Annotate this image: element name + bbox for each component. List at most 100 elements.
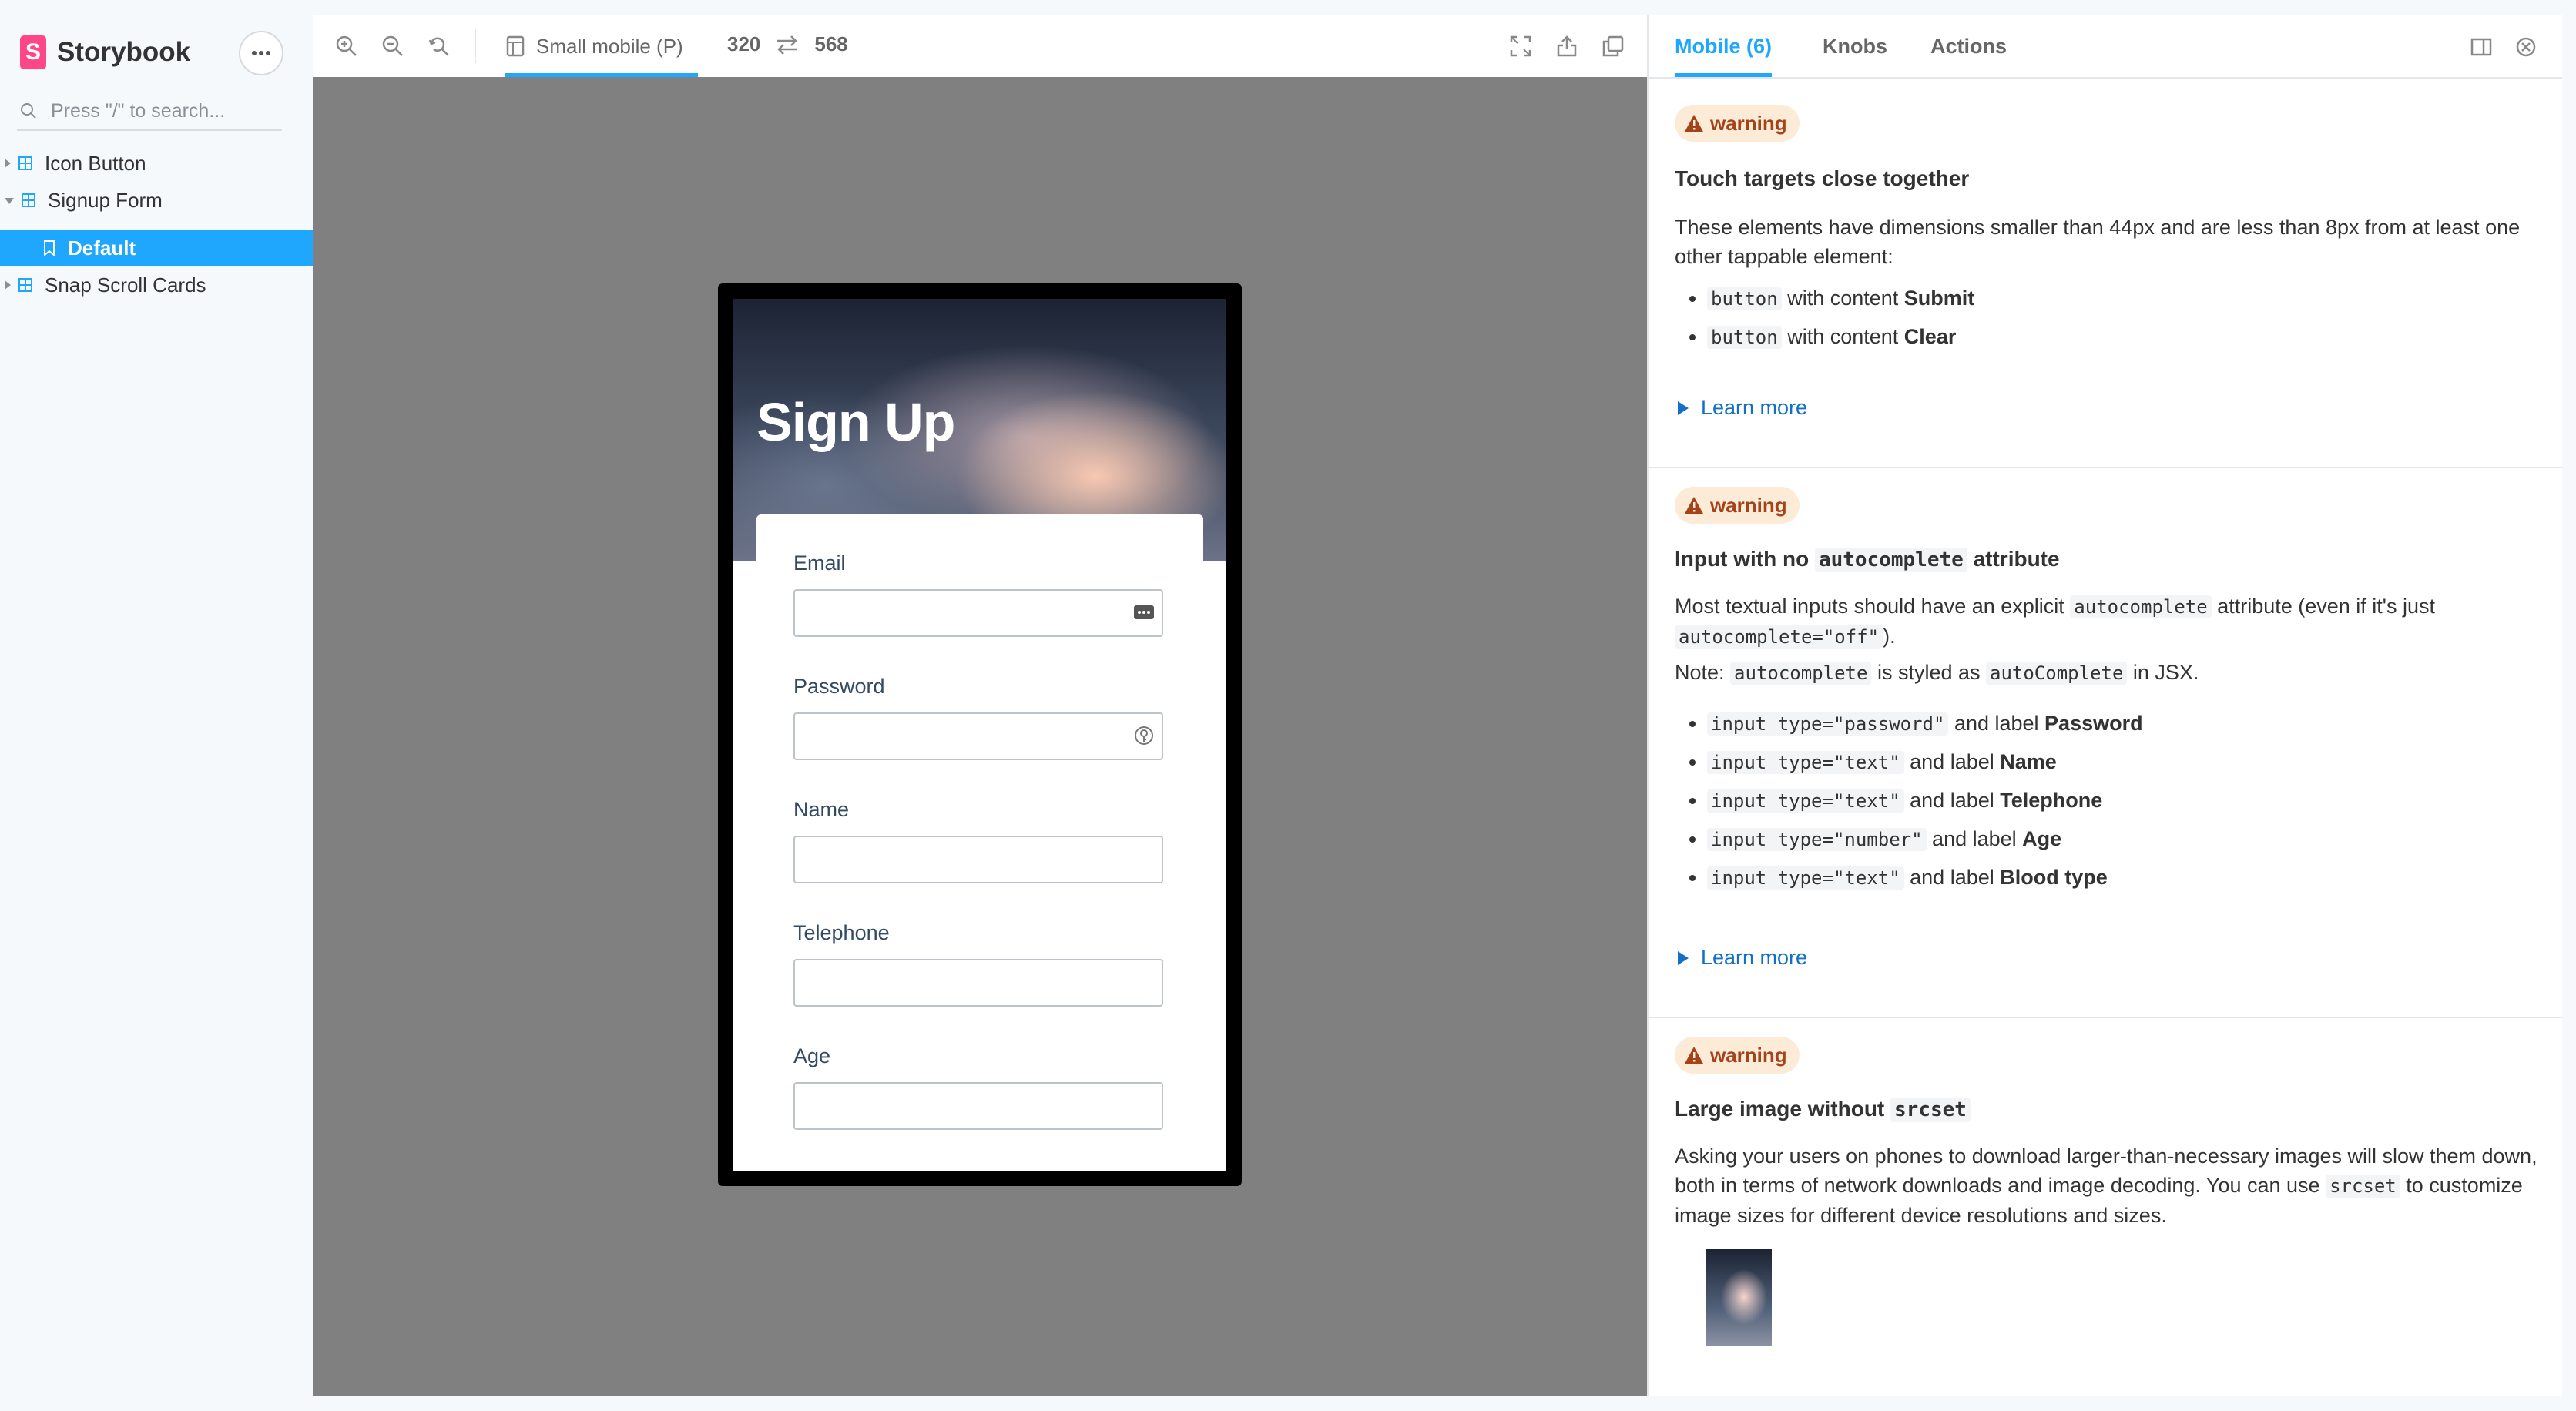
search-input[interactable] bbox=[49, 99, 276, 123]
status-badge: warning bbox=[1675, 105, 1800, 142]
age-input-box bbox=[793, 1082, 1163, 1130]
tab-mobile[interactable]: Mobile (6) bbox=[1675, 15, 1772, 77]
sidebar-layout-icon bbox=[2470, 38, 2492, 56]
more-menu-button[interactable] bbox=[239, 31, 283, 75]
email-field: Email bbox=[793, 551, 1163, 637]
warning-items: button with content Submit button with c… bbox=[1675, 279, 1974, 356]
warning-title: Touch targets close together bbox=[1675, 166, 1970, 190]
list-item: input type="text" and label Telephone bbox=[1707, 781, 2143, 819]
list-item: input type="number" and label Age bbox=[1707, 819, 2143, 858]
toolbar-divider bbox=[475, 29, 476, 63]
component-icon bbox=[18, 156, 32, 170]
badge-label: warning bbox=[1710, 111, 1787, 135]
name-input-box bbox=[793, 836, 1163, 883]
story-preview: Sign Up Email Password Name Telephone Ag… bbox=[733, 299, 1226, 1171]
tree-item-icon-button[interactable]: Icon Button bbox=[0, 145, 313, 182]
password-input-box bbox=[793, 712, 1163, 760]
zoom-in-icon bbox=[336, 35, 357, 56]
badge-label: warning bbox=[1710, 1043, 1787, 1067]
password-label: Password bbox=[793, 675, 885, 698]
warning-description: Most textual inputs should have an expli… bbox=[1675, 595, 2435, 649]
preview-toolbar: Small mobile (P) 320 568 bbox=[313, 15, 1647, 79]
viewport-width[interactable]: 320 bbox=[727, 32, 760, 56]
password-input[interactable] bbox=[803, 714, 1129, 759]
viewport-selector[interactable]: Small mobile (P) bbox=[499, 15, 698, 77]
component-icon bbox=[18, 278, 32, 292]
age-input[interactable] bbox=[803, 1084, 1129, 1128]
panel-tabs: Mobile (6) Knobs Actions bbox=[1649, 15, 2562, 79]
ellipsis-icon bbox=[252, 51, 270, 55]
page-title: Sign Up bbox=[756, 392, 955, 452]
tab-label: Actions bbox=[1930, 34, 2007, 58]
tree-item-label: Default bbox=[68, 236, 136, 260]
rotate-viewport-icon[interactable] bbox=[774, 34, 800, 55]
warning-description: Asking your users on phones to download … bbox=[1675, 1145, 2537, 1227]
warning-autocomplete: warning Input with no autocomplete attri… bbox=[1649, 468, 2562, 1018]
badge-label: warning bbox=[1710, 493, 1787, 517]
addon-panel: Mobile (6) Knobs Actions warning Touch t… bbox=[1647, 15, 2562, 1396]
tree-item-label: Icon Button bbox=[45, 151, 146, 175]
copy-link-button[interactable] bbox=[1599, 32, 1627, 60]
learn-more-link[interactable]: Learn more bbox=[1678, 396, 1807, 420]
telephone-field: Telephone bbox=[793, 921, 1163, 1007]
tree-item-snap-scroll-cards[interactable]: Snap Scroll Cards bbox=[0, 266, 313, 303]
copy-icon bbox=[1602, 35, 1624, 57]
viewport-label: Small mobile (P) bbox=[536, 34, 683, 58]
warning-title: Large image without srcset bbox=[1675, 1097, 1971, 1122]
offending-image-thumbnail bbox=[1706, 1249, 1772, 1346]
warning-icon bbox=[1685, 1047, 1703, 1064]
password-key-icon[interactable] bbox=[1132, 724, 1156, 747]
zoom-reset-icon bbox=[428, 37, 449, 56]
password-field: Password bbox=[793, 675, 1163, 760]
telephone-input-box bbox=[793, 959, 1163, 1007]
email-label: Email bbox=[793, 551, 846, 575]
component-icon bbox=[22, 193, 35, 207]
tab-label: Mobile (6) bbox=[1675, 34, 1772, 58]
active-tab-indicator bbox=[1675, 73, 1772, 77]
telephone-input[interactable] bbox=[803, 960, 1129, 1005]
status-badge: warning bbox=[1675, 1037, 1800, 1074]
tab-knobs[interactable]: Knobs bbox=[1823, 15, 1887, 77]
warning-items: input type="password" and label Password… bbox=[1675, 704, 2143, 897]
chevron-down-icon bbox=[5, 198, 14, 204]
tab-actions[interactable]: Actions bbox=[1930, 15, 2007, 77]
close-panel-button[interactable] bbox=[2513, 34, 2539, 60]
search-icon bbox=[17, 99, 40, 122]
age-field: Age bbox=[793, 1044, 1163, 1130]
panel-content[interactable]: warning Touch targets close together The… bbox=[1649, 79, 2562, 1396]
warning-touch-targets: warning Touch targets close together The… bbox=[1649, 79, 2562, 468]
tab-label: Knobs bbox=[1823, 34, 1887, 58]
toggle-panel-orientation-button[interactable] bbox=[2468, 34, 2494, 60]
telephone-label: Telephone bbox=[793, 921, 890, 944]
list-item: input type="text" and label Name bbox=[1707, 742, 2143, 781]
search-bar bbox=[17, 92, 282, 131]
warning-srcset: warning Large image without srcset Askin… bbox=[1649, 1018, 2562, 1396]
tree-item-label: Snap Scroll Cards bbox=[45, 273, 206, 297]
share-button[interactable] bbox=[1553, 32, 1581, 60]
learn-more-link[interactable]: Learn more bbox=[1678, 946, 1807, 970]
name-input[interactable] bbox=[803, 837, 1129, 882]
tree-item-signup-form[interactable]: Signup Form bbox=[0, 182, 313, 219]
autofill-icon[interactable] bbox=[1132, 601, 1156, 624]
status-badge: warning bbox=[1675, 487, 1800, 524]
preview-canvas: Sign Up Email Password Name Telephone Ag… bbox=[313, 77, 1647, 1396]
warning-note: Note: autocomplete is styled as autoComp… bbox=[1675, 661, 2199, 685]
fullscreen-button[interactable] bbox=[1507, 32, 1535, 60]
tree-item-default[interactable]: Default bbox=[0, 230, 313, 266]
list-item: input type="password" and label Password bbox=[1707, 704, 2143, 742]
age-label: Age bbox=[793, 1044, 831, 1067]
viewport-height[interactable]: 568 bbox=[814, 32, 847, 56]
bookmark-icon bbox=[44, 240, 55, 256]
brand-name: Storybook bbox=[57, 37, 191, 67]
email-input[interactable] bbox=[803, 591, 1129, 635]
brand[interactable]: S Storybook bbox=[20, 34, 190, 71]
expand-arrow-icon bbox=[1678, 401, 1689, 415]
expand-arrow-icon bbox=[1678, 950, 1689, 965]
zoom-reset-button[interactable] bbox=[425, 32, 453, 60]
warning-title: Input with no autocomplete attribute bbox=[1675, 547, 2060, 572]
zoom-in-button[interactable] bbox=[333, 32, 361, 60]
zoom-out-button[interactable] bbox=[379, 32, 407, 60]
email-input-box bbox=[793, 589, 1163, 637]
device-icon bbox=[506, 35, 525, 57]
close-icon bbox=[2516, 37, 2536, 57]
